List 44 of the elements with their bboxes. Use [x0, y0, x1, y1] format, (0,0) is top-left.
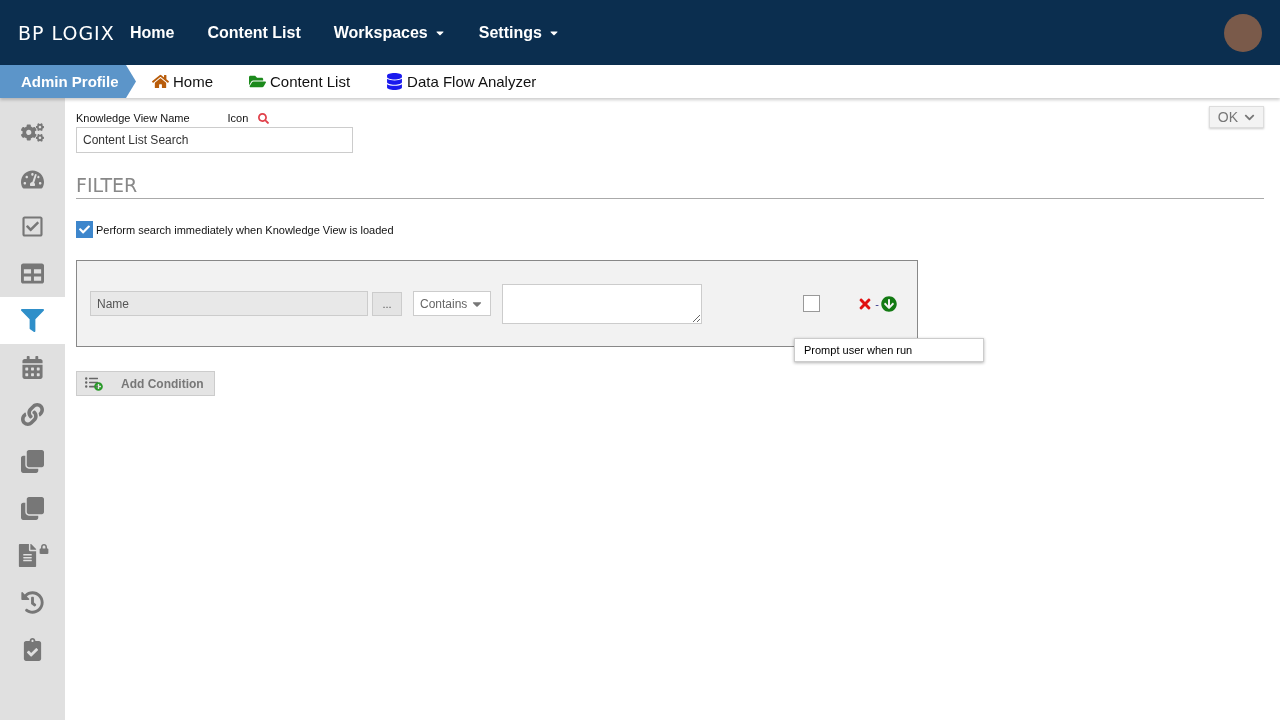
- avatar[interactable]: [1224, 13, 1262, 52]
- breadcrumb-current: Admin Profile: [0, 65, 136, 98]
- field-label: Icon: [227, 112, 249, 124]
- check-icon: [79, 224, 90, 235]
- nav-link[interactable]: Workspaces: [333, 23, 446, 42]
- add-condition-button[interactable]: Add Condition: [76, 371, 215, 396]
- database-icon: [386, 73, 404, 90]
- locked-document-icon: [16, 544, 49, 567]
- breadcrumb-link[interactable]: Content List: [249, 73, 351, 90]
- calendar-icon: [21, 356, 44, 379]
- logo: BP LOGIX: [18, 21, 116, 44]
- clipboard-check-icon: [21, 638, 44, 661]
- sidebar-item[interactable]: [0, 297, 65, 344]
- link-icon: [21, 403, 44, 426]
- field-label: Knowledge View Name: [76, 112, 190, 124]
- table-icon: [21, 262, 44, 285]
- field-select[interactable]: Name: [90, 291, 368, 316]
- value-field[interactable]: [502, 283, 703, 324]
- gears-icon: [21, 121, 44, 144]
- checkbox-icon: [21, 215, 44, 238]
- breadcrumb-link[interactable]: Data Flow Analyzer: [386, 73, 537, 90]
- breadcrumb-link[interactable]: Home: [152, 73, 213, 90]
- folder-icon: [249, 73, 266, 90]
- checkbox[interactable]: [803, 295, 821, 312]
- checkbox-label: Perform search immediately when Knowledge View is loaded: [96, 223, 394, 236]
- tooltip: Prompt user when run: [794, 338, 984, 362]
- picker-button[interactable]: ...: [372, 291, 402, 316]
- operator-dropdown[interactable]: Contains: [413, 291, 492, 316]
- home-icon: [152, 73, 169, 90]
- nav-link[interactable]: Settings: [478, 23, 560, 42]
- copy-icon: [21, 497, 44, 520]
- nav-link[interactable]: Home: [130, 23, 175, 42]
- add-list-icon: [85, 376, 103, 391]
- search-icon[interactable]: [258, 112, 270, 124]
- section-title: FILTER: [76, 174, 1264, 199]
- separator: -: [875, 297, 879, 310]
- gauge-icon: [21, 168, 44, 191]
- checkbox[interactable]: [76, 221, 93, 238]
- history-icon: [21, 591, 44, 614]
- ok-button[interactable]: OK: [1208, 106, 1264, 128]
- filter-icon: [21, 309, 44, 332]
- nav-link[interactable]: Content List: [207, 23, 301, 42]
- input-field[interactable]: Content List Search: [76, 127, 353, 153]
- squares-icon: [21, 450, 44, 473]
